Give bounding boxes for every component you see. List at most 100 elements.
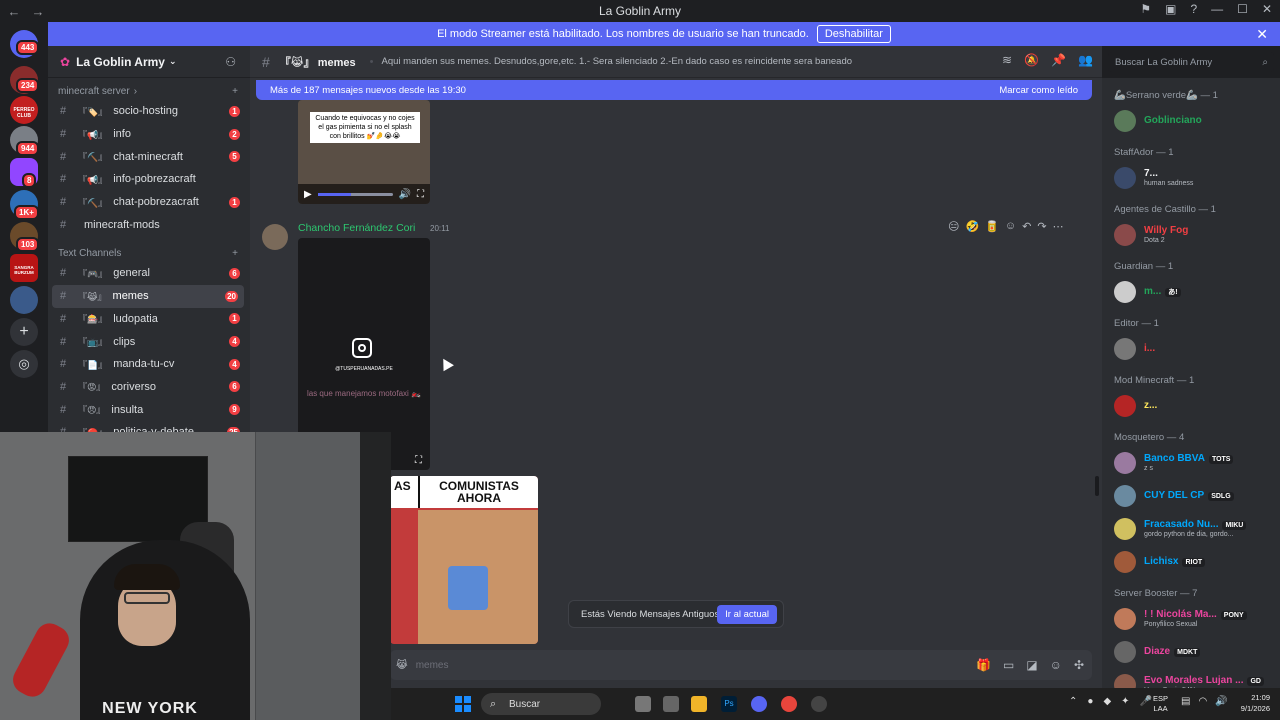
minimize-icon[interactable]: —: [1211, 2, 1223, 16]
add-member-icon[interactable]: ⚇: [225, 55, 236, 69]
volume-icon[interactable]: 🔊: [399, 189, 411, 200]
scrollbar[interactable]: [1095, 476, 1099, 496]
windows-start-icon[interactable]: [455, 696, 471, 712]
channel-ludopatia[interactable]: # 『🎰』 ludopatia 1: [48, 308, 250, 331]
reply-icon[interactable]: ↶: [1022, 220, 1031, 233]
search-input[interactable]: Buscar La Goblin Army ⌕: [1108, 52, 1274, 72]
close-banner-icon[interactable]: ✕: [1256, 26, 1268, 43]
system-tray[interactable]: ⌃ ● ◆ ✦ 🎤: [1069, 696, 1152, 707]
status-icons[interactable]: ▤ ◠ 🔊: [1181, 696, 1228, 707]
channel-title: 『😹』 memes: [279, 56, 356, 69]
explore-icon[interactable]: ◎: [10, 350, 38, 378]
language-indicator[interactable]: ESP LAA: [1153, 694, 1168, 714]
member-item[interactable]: Lichisx RIOT: [1114, 549, 1276, 575]
reaction-emoji-icon[interactable]: 🥫: [985, 220, 999, 233]
channel-chat-pobrezacraft[interactable]: # 『⛏️』 chat-pobrezacraft 1: [48, 191, 250, 214]
add-server-icon[interactable]: +: [10, 318, 38, 346]
help-icon[interactable]: ?: [1190, 2, 1197, 16]
gift-icon[interactable]: 🎁: [976, 658, 991, 672]
sticker-icon[interactable]: ◪: [1026, 658, 1037, 672]
disable-streamer-button[interactable]: Deshabilitar: [816, 25, 891, 43]
maximize-icon[interactable]: ☐: [1237, 2, 1248, 16]
search-icon: ⌕: [490, 697, 497, 710]
chrome-icon[interactable]: [781, 696, 797, 712]
mark-as-read-button[interactable]: Marcar como leído: [999, 85, 1078, 96]
video-attachment[interactable]: Cuando te equivocas y no cojes el gas pi…: [298, 100, 430, 204]
guild-header[interactable]: ✿ La Goblin Army ⌄ ⚇: [48, 46, 250, 78]
category-text-channels[interactable]: Text Channels +: [48, 244, 250, 262]
task-view-icon[interactable]: [635, 696, 651, 712]
fullscreen-icon[interactable]: ⛶: [415, 455, 422, 466]
member-name: Goblinciano: [1144, 115, 1202, 126]
video-progress-bar[interactable]: [317, 192, 393, 196]
member-item[interactable]: Banco BBVA TOTS z s: [1114, 450, 1276, 476]
home-mention-badge: 443: [16, 40, 40, 55]
app-icon[interactable]: [811, 696, 827, 712]
channel-coriverso[interactable]: # 『😡』 coriverso 6: [48, 376, 250, 399]
close-window-icon[interactable]: ✕: [1262, 2, 1272, 16]
volume-icon: 🔊: [1215, 696, 1228, 707]
discord-taskbar-icon[interactable]: [751, 696, 767, 712]
server-icon[interactable]: PERREO CLUB: [10, 96, 38, 124]
threads-icon[interactable]: ≋: [1002, 53, 1012, 67]
member-item[interactable]: Willy Fog Dota 2: [1114, 222, 1276, 248]
avatar: [1114, 338, 1136, 360]
category-minecraft[interactable]: minecraft server › +: [48, 82, 250, 100]
image-attachment[interactable]: AS COMUNISTAS AHORA: [390, 476, 538, 644]
member-item[interactable]: i...: [1114, 336, 1276, 362]
reaction-emoji-icon[interactable]: 😑: [948, 220, 959, 233]
channel-chat-minecraft[interactable]: # 『⛏️』 chat-minecraft 5: [48, 145, 250, 168]
file-explorer-icon[interactable]: [691, 696, 707, 712]
avatar: [1114, 674, 1136, 688]
member-item[interactable]: z...: [1114, 393, 1276, 419]
flag-icon[interactable]: ⚑: [1140, 2, 1151, 16]
member-item[interactable]: Fracasado Nu... MIKU gordo python de dia, …: [1114, 516, 1276, 542]
server-icon[interactable]: [10, 286, 38, 314]
channel-socio-hosting[interactable]: # 『🏷️』 socio-hosting 1: [48, 100, 250, 123]
channel-emoji: 『⛏️』: [78, 152, 108, 163]
member-item[interactable]: 7... human sadness: [1114, 165, 1276, 191]
gif-icon[interactable]: ▭: [1003, 658, 1014, 672]
emoji-icon[interactable]: ☺: [1050, 658, 1062, 672]
server-icon[interactable]: SANGRA BURZUM: [10, 254, 38, 282]
mute-icon[interactable]: 🔕: [1024, 53, 1039, 67]
channel-minecraft-mods[interactable]: # minecraft-mods: [48, 213, 250, 236]
member-item[interactable]: m... あ!: [1114, 279, 1276, 305]
more-icon[interactable]: ⋯: [1053, 220, 1064, 233]
forward-icon[interactable]: ↷: [1037, 220, 1046, 233]
member-item[interactable]: Diaze MDKT: [1114, 639, 1276, 665]
app-icon[interactable]: [663, 696, 679, 712]
member-item[interactable]: CUY DEL CP SDLG: [1114, 483, 1276, 509]
avatar[interactable]: [262, 224, 288, 250]
taskbar-search[interactable]: ⌕ Buscar: [481, 693, 601, 715]
member-item[interactable]: Evo Morales Lujan ...GDHyperSonic 54%: [1114, 672, 1276, 688]
play-icon[interactable]: ▶: [304, 189, 312, 200]
video-watermark: @TUSPERUANADAS.PE: [335, 366, 393, 372]
server-badge: 234: [16, 78, 40, 93]
clock[interactable]: 21:09 9/1/2026: [1241, 692, 1270, 714]
channel-general[interactable]: # 『🎮』 general 6: [48, 262, 250, 285]
category-label: minecraft server: [58, 85, 130, 97]
member-item[interactable]: ! ! Nicolás Ma... PONY Ponyfilico Sexual: [1114, 606, 1276, 632]
add-reaction-icon[interactable]: ☺: [1005, 220, 1016, 233]
reaction-emoji-icon[interactable]: 🤣: [965, 220, 979, 233]
channel-clips[interactable]: # 『📺』 clips 4: [48, 330, 250, 353]
member-item[interactable]: Goblinciano: [1114, 108, 1276, 134]
jump-to-present-button[interactable]: Ir al actual: [717, 605, 777, 624]
channel-info-pobrezacraft[interactable]: # 『📢』 info-pobrezacraft: [48, 168, 250, 191]
members-icon[interactable]: 👥: [1078, 53, 1093, 67]
pin-icon[interactable]: 📌: [1051, 53, 1066, 67]
member-name: 7...: [1144, 168, 1158, 179]
fullscreen-icon[interactable]: ⛶: [417, 189, 424, 200]
message-composer[interactable]: 😹 memes 🎁 ▭ ◪ ☺ ✣: [390, 650, 1092, 680]
screen-icon[interactable]: ▣: [1165, 2, 1176, 16]
channel-manda-tu-cv[interactable]: # 『📄』 manda-tu-cv 4: [48, 353, 250, 376]
channel-info[interactable]: # 『📢』 info 2: [48, 123, 250, 146]
photoshop-icon[interactable]: Ps: [721, 696, 737, 712]
channel-insulta[interactable]: # 『😠』 insulta 9: [48, 398, 250, 421]
channel-memes[interactable]: # 『😹』 memes 20: [52, 284, 244, 308]
message-author[interactable]: Chancho Fernández Cori: [298, 222, 415, 234]
channel-topic[interactable]: Aqui manden sus memes. Desnudos,gore,etc…: [382, 56, 853, 67]
new-messages-bar[interactable]: Más de 187 mensajes nuevos desde las 19:…: [256, 80, 1092, 100]
apps-icon[interactable]: ✣: [1074, 658, 1084, 672]
